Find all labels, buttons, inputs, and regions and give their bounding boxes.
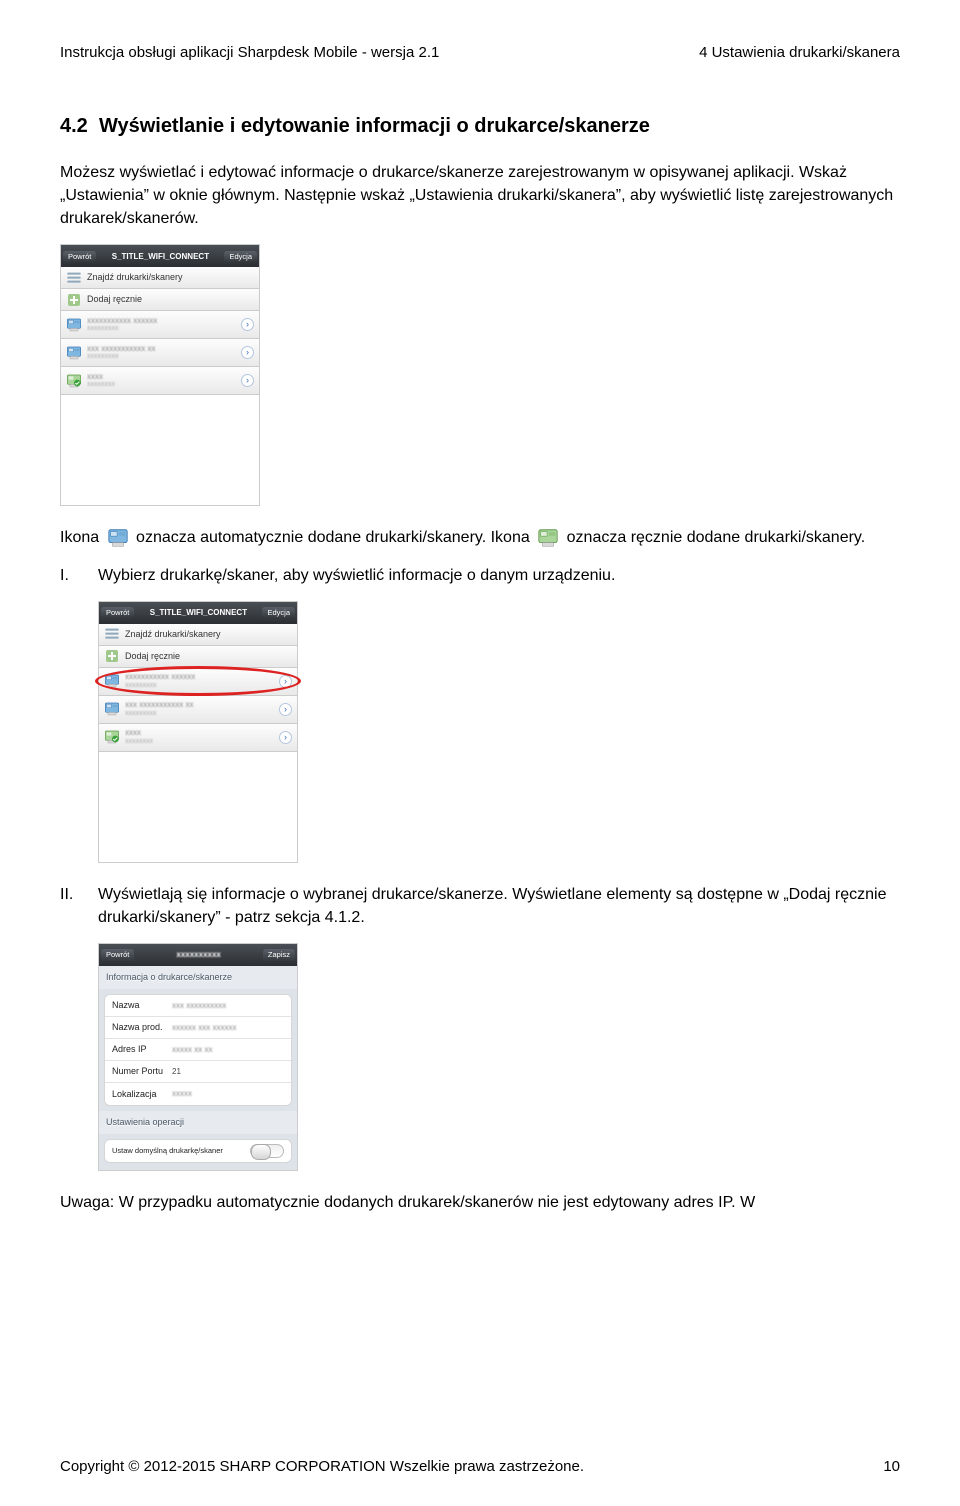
- chevron-icon: ›: [279, 703, 292, 716]
- add-manually-label: Dodaj ręcznie: [125, 650, 292, 663]
- navbar: Powrót S_TITLE_WIFI_CONNECT Edycja: [61, 245, 259, 267]
- form-row-product[interactable]: Nazwa prod. xxxxxx xxx xxxxxx: [105, 1017, 291, 1039]
- printer-blue-icon: [66, 345, 82, 361]
- step-1: I. Wybierz drukarkę/skaner, aby wyświetl…: [60, 564, 900, 587]
- printer-item-3[interactable]: xxxxxxxxxxxx ›: [61, 367, 259, 395]
- form-row-name[interactable]: Nazwa xxx xxxxxxxxxx: [105, 995, 291, 1017]
- printer-item-2[interactable]: xxx xxxxxxxxxxx xxxxxxxxxxx ›: [61, 339, 259, 367]
- step-2: II. Wyświetlają się informacje o wybrane…: [60, 883, 900, 929]
- form-row-default[interactable]: Ustaw domyślną drukarkę/skaner: [105, 1140, 291, 1162]
- printer-item-1[interactable]: xxxxxxxxxxx xxxxxxxxxxxxxxx ›: [61, 311, 259, 339]
- legend-b: oznacza automatycznie dodane drukarki/sk…: [136, 529, 530, 546]
- back-button[interactable]: Powrót: [63, 251, 96, 263]
- screenshot-list-2: Powrót S_TITLE_WIFI_CONNECT Edycja Znajd…: [98, 601, 298, 863]
- footer-page-number: 10: [883, 1456, 900, 1478]
- section-number: 4.2: [60, 115, 88, 137]
- step-2-number: II.: [60, 883, 80, 929]
- blank-area: [61, 395, 259, 505]
- plus-icon: [66, 292, 82, 308]
- form-row-ip[interactable]: Adres IP xxxxx xx xx: [105, 1039, 291, 1061]
- find-printers-row[interactable]: Znajdź drukarki/skanery: [99, 624, 297, 646]
- label-product: Nazwa prod.: [112, 1021, 172, 1034]
- form-row-location[interactable]: Lokalizacja xxxxx: [105, 1083, 291, 1105]
- add-manually-label: Dodaj ręcznie: [87, 293, 254, 306]
- back-button[interactable]: Powrót: [101, 949, 134, 961]
- navbar: Powrót S_TITLE_WIFI_CONNECT Edycja: [99, 602, 297, 624]
- add-manually-row[interactable]: Dodaj ręcznie: [99, 646, 297, 668]
- blank-area: [99, 752, 297, 862]
- printer-blue-icon: [104, 673, 120, 689]
- edit-button[interactable]: Edycja: [224, 251, 257, 263]
- legend-a: Ikona: [60, 529, 99, 546]
- printer-green-check-icon: [104, 729, 120, 745]
- header-left: Instrukcja obsługi aplikacji Sharpdesk M…: [60, 42, 439, 64]
- chevron-icon: ›: [241, 346, 254, 359]
- form-row-port[interactable]: Numer Portu 21: [105, 1061, 291, 1083]
- manual-printer-icon: [537, 527, 559, 549]
- navbar-title: S_TITLE_WIFI_CONNECT: [98, 251, 222, 263]
- note-paragraph: Uwaga: W przypadku automatycznie dodanyc…: [60, 1191, 900, 1214]
- section-heading: 4.2 Wyświetlanie i edytowanie informacji…: [60, 112, 900, 141]
- label-location: Lokalizacja: [112, 1088, 172, 1101]
- icon-legend-paragraph: Ikona oznacza automatycznie dodane druka…: [60, 526, 900, 549]
- plus-icon: [104, 648, 120, 664]
- chevron-icon: ›: [241, 318, 254, 331]
- find-printers-label: Znajdź drukarki/skanery: [125, 628, 292, 641]
- printer-blue-icon: [66, 317, 82, 333]
- default-switch[interactable]: [250, 1144, 284, 1158]
- back-button[interactable]: Powrót: [101, 607, 134, 619]
- label-port: Numer Portu: [112, 1065, 172, 1078]
- navbar-title: S_TITLE_WIFI_CONNECT: [136, 607, 260, 619]
- list-icon: [104, 626, 120, 642]
- screenshot-list-1: Powrót S_TITLE_WIFI_CONNECT Edycja Znajd…: [60, 244, 260, 506]
- printer-blue-icon: [104, 701, 120, 717]
- printer-item-2[interactable]: xxx xxxxxxxxxxx xxxxxxxxxxx ›: [99, 696, 297, 724]
- printer-item-1[interactable]: xxxxxxxxxxx xxxxxxxxxxxxxxx ›: [99, 668, 297, 696]
- chevron-icon: ›: [279, 675, 292, 688]
- step-2-text: Wyświetlają się informacje o wybranej dr…: [98, 883, 900, 929]
- form-section-info: Informacja o drukarce/skanerze: [99, 966, 297, 989]
- navbar: Powrót xxxxxxxxxx Zapisz: [99, 944, 297, 966]
- step-1-number: I.: [60, 564, 80, 587]
- label-name: Nazwa: [112, 999, 172, 1012]
- step-1-text: Wybierz drukarkę/skaner, aby wyświetlić …: [98, 564, 900, 587]
- intro-paragraph: Możesz wyświetlać i edytować informacje …: [60, 161, 900, 231]
- screenshot-detail: Powrót xxxxxxxxxx Zapisz Informacja o dr…: [98, 943, 298, 1171]
- edit-button[interactable]: Edycja: [262, 607, 295, 619]
- chevron-icon: ›: [279, 731, 292, 744]
- footer-copyright: Copyright © 2012-2015 SHARP CORPORATION …: [60, 1456, 584, 1478]
- navbar-title: xxxxxxxxxx: [136, 949, 261, 961]
- printer-item-3[interactable]: xxxxxxxxxxxx ›: [99, 724, 297, 752]
- label-ip: Adres IP: [112, 1043, 172, 1056]
- find-printers-row[interactable]: Znajdź drukarki/skanery: [61, 267, 259, 289]
- auto-printer-icon: [107, 527, 129, 549]
- find-printers-label: Znajdź drukarki/skanery: [87, 271, 254, 284]
- header-right: 4 Ustawienia drukarki/skanera: [699, 42, 900, 64]
- add-manually-row[interactable]: Dodaj ręcznie: [61, 289, 259, 311]
- legend-c: oznacza ręcznie dodane drukarki/skanery.: [567, 529, 866, 546]
- chevron-icon: ›: [241, 374, 254, 387]
- form-section-ops: Ustawienia operacji: [99, 1111, 297, 1134]
- save-button[interactable]: Zapisz: [263, 949, 295, 961]
- label-default: Ustaw domyślną drukarkę/skaner: [112, 1146, 250, 1157]
- list-icon: [66, 270, 82, 286]
- printer-green-check-icon: [66, 373, 82, 389]
- value-port: 21: [172, 1066, 284, 1078]
- section-title: Wyświetlanie i edytowanie informacji o d…: [99, 115, 650, 137]
